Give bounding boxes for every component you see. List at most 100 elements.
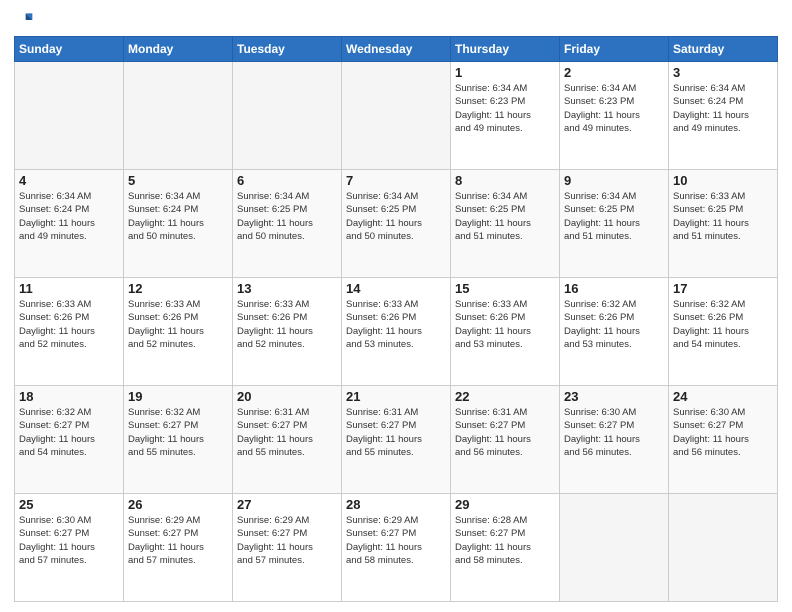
day-info: Sunrise: 6:32 AMSunset: 6:27 PMDaylight:… bbox=[128, 406, 228, 459]
day-info: Sunrise: 6:33 AMSunset: 6:26 PMDaylight:… bbox=[346, 298, 446, 351]
day-number: 18 bbox=[19, 389, 119, 404]
calendar-cell: 25Sunrise: 6:30 AMSunset: 6:27 PMDayligh… bbox=[15, 494, 124, 602]
day-number: 26 bbox=[128, 497, 228, 512]
calendar-cell: 23Sunrise: 6:30 AMSunset: 6:27 PMDayligh… bbox=[560, 386, 669, 494]
day-number: 12 bbox=[128, 281, 228, 296]
day-number: 19 bbox=[128, 389, 228, 404]
logo bbox=[14, 10, 36, 30]
calendar-cell: 18Sunrise: 6:32 AMSunset: 6:27 PMDayligh… bbox=[15, 386, 124, 494]
day-info: Sunrise: 6:33 AMSunset: 6:26 PMDaylight:… bbox=[128, 298, 228, 351]
calendar-cell: 24 Sunrise: 6:30 AMSunset: 6:27 PMDayligh… bbox=[669, 386, 778, 494]
day-info: Sunrise: 6:33 AMSunset: 6:26 PMDaylight:… bbox=[19, 298, 119, 351]
calendar-cell: 22 Sunrise: 6:31 AMSunset: 6:27 PMDayligh… bbox=[451, 386, 560, 494]
day-number: 3 bbox=[673, 65, 773, 80]
calendar-cell bbox=[124, 62, 233, 170]
day-number: 5 bbox=[128, 173, 228, 188]
calendar-cell: 16 Sunrise: 6:32 AMSunset: 6:26 PMDayligh… bbox=[560, 278, 669, 386]
day-info: Sunrise: 6:34 AMSunset: 6:25 PMDaylight:… bbox=[237, 190, 337, 243]
calendar-cell: 3 Sunrise: 6:34 AMSunset: 6:24 PMDaylight… bbox=[669, 62, 778, 170]
calendar-cell bbox=[342, 62, 451, 170]
calendar-cell: 26 Sunrise: 6:29 AMSunset: 6:27 PMDayligh… bbox=[124, 494, 233, 602]
calendar-cell: 2 Sunrise: 6:34 AMSunset: 6:23 PMDaylight… bbox=[560, 62, 669, 170]
day-info: Sunrise: 6:34 AMSunset: 6:23 PMDaylight:… bbox=[455, 82, 555, 135]
day-number: 21 bbox=[346, 389, 446, 404]
day-number: 11 bbox=[19, 281, 119, 296]
day-number: 25 bbox=[19, 497, 119, 512]
calendar-cell: 11 Sunrise: 6:33 AMSunset: 6:26 PMDayligh… bbox=[15, 278, 124, 386]
calendar-cell: 29 Sunrise: 6:28 AMSunset: 6:27 PMDayligh… bbox=[451, 494, 560, 602]
day-info: Sunrise: 6:34 AMSunset: 6:24 PMDaylight:… bbox=[128, 190, 228, 243]
day-number: 2 bbox=[564, 65, 664, 80]
day-number: 17 bbox=[673, 281, 773, 296]
calendar-cell: 9 Sunrise: 6:34 AMSunset: 6:25 PMDaylight… bbox=[560, 170, 669, 278]
day-number: 15 bbox=[455, 281, 555, 296]
day-info: Sunrise: 6:32 AMSunset: 6:26 PMDaylight:… bbox=[564, 298, 664, 351]
day-number: 23 bbox=[564, 389, 664, 404]
calendar-header-saturday: Saturday bbox=[669, 37, 778, 62]
day-number: 22 bbox=[455, 389, 555, 404]
day-number: 6 bbox=[237, 173, 337, 188]
calendar-cell: 1 Sunrise: 6:34 AMSunset: 6:23 PMDaylight… bbox=[451, 62, 560, 170]
calendar-cell: 20 Sunrise: 6:31 AMSunset: 6:27 PMDayligh… bbox=[233, 386, 342, 494]
calendar-cell: 17Sunrise: 6:32 AMSunset: 6:26 PMDayligh… bbox=[669, 278, 778, 386]
calendar-cell: 5 Sunrise: 6:34 AMSunset: 6:24 PMDaylight… bbox=[124, 170, 233, 278]
calendar-cell: 6 Sunrise: 6:34 AMSunset: 6:25 PMDaylight… bbox=[233, 170, 342, 278]
calendar-cell: 27 Sunrise: 6:29 AMSunset: 6:27 PMDayligh… bbox=[233, 494, 342, 602]
calendar-cell: 4 Sunrise: 6:34 AMSunset: 6:24 PMDaylight… bbox=[15, 170, 124, 278]
calendar-cell: 12 Sunrise: 6:33 AMSunset: 6:26 PMDayligh… bbox=[124, 278, 233, 386]
calendar-cell: 19 Sunrise: 6:32 AMSunset: 6:27 PMDayligh… bbox=[124, 386, 233, 494]
calendar-header-tuesday: Tuesday bbox=[233, 37, 342, 62]
calendar-cell: 14 Sunrise: 6:33 AMSunset: 6:26 PMDayligh… bbox=[342, 278, 451, 386]
calendar-cell: 10Sunrise: 6:33 AMSunset: 6:25 PMDayligh… bbox=[669, 170, 778, 278]
day-info: Sunrise: 6:29 AMSunset: 6:27 PMDaylight:… bbox=[346, 514, 446, 567]
day-info: Sunrise: 6:34 AMSunset: 6:24 PMDaylight:… bbox=[19, 190, 119, 243]
calendar-week-1: 4 Sunrise: 6:34 AMSunset: 6:24 PMDaylight… bbox=[15, 170, 778, 278]
day-info: Sunrise: 6:33 AMSunset: 6:26 PMDaylight:… bbox=[237, 298, 337, 351]
calendar-week-4: 25Sunrise: 6:30 AMSunset: 6:27 PMDayligh… bbox=[15, 494, 778, 602]
day-info: Sunrise: 6:31 AMSunset: 6:27 PMDaylight:… bbox=[237, 406, 337, 459]
calendar-week-0: 1 Sunrise: 6:34 AMSunset: 6:23 PMDaylight… bbox=[15, 62, 778, 170]
day-info: Sunrise: 6:34 AMSunset: 6:25 PMDaylight:… bbox=[455, 190, 555, 243]
day-number: 20 bbox=[237, 389, 337, 404]
calendar-cell: 28 Sunrise: 6:29 AMSunset: 6:27 PMDayligh… bbox=[342, 494, 451, 602]
calendar-cell: 21 Sunrise: 6:31 AMSunset: 6:27 PMDayligh… bbox=[342, 386, 451, 494]
day-number: 14 bbox=[346, 281, 446, 296]
day-number: 16 bbox=[564, 281, 664, 296]
calendar-cell bbox=[669, 494, 778, 602]
day-info: Sunrise: 6:31 AMSunset: 6:27 PMDaylight:… bbox=[455, 406, 555, 459]
logo-icon bbox=[14, 10, 34, 30]
day-info: Sunrise: 6:29 AMSunset: 6:27 PMDaylight:… bbox=[237, 514, 337, 567]
day-number: 28 bbox=[346, 497, 446, 512]
day-info: Sunrise: 6:30 AMSunset: 6:27 PMDaylight:… bbox=[673, 406, 773, 459]
day-number: 8 bbox=[455, 173, 555, 188]
day-info: Sunrise: 6:34 AMSunset: 6:24 PMDaylight:… bbox=[673, 82, 773, 135]
day-info: Sunrise: 6:31 AMSunset: 6:27 PMDaylight:… bbox=[346, 406, 446, 459]
day-info: Sunrise: 6:33 AMSunset: 6:26 PMDaylight:… bbox=[455, 298, 555, 351]
calendar-header-row: SundayMondayTuesdayWednesdayThursdayFrid… bbox=[15, 37, 778, 62]
day-number: 27 bbox=[237, 497, 337, 512]
day-number: 1 bbox=[455, 65, 555, 80]
day-number: 4 bbox=[19, 173, 119, 188]
calendar-header-thursday: Thursday bbox=[451, 37, 560, 62]
calendar-cell: 8 Sunrise: 6:34 AMSunset: 6:25 PMDaylight… bbox=[451, 170, 560, 278]
day-info: Sunrise: 6:29 AMSunset: 6:27 PMDaylight:… bbox=[128, 514, 228, 567]
calendar-cell: 7Sunrise: 6:34 AMSunset: 6:25 PMDaylight… bbox=[342, 170, 451, 278]
day-info: Sunrise: 6:34 AMSunset: 6:23 PMDaylight:… bbox=[564, 82, 664, 135]
day-number: 7 bbox=[346, 173, 446, 188]
day-number: 10 bbox=[673, 173, 773, 188]
day-info: Sunrise: 6:28 AMSunset: 6:27 PMDaylight:… bbox=[455, 514, 555, 567]
day-info: Sunrise: 6:34 AMSunset: 6:25 PMDaylight:… bbox=[564, 190, 664, 243]
calendar-week-2: 11 Sunrise: 6:33 AMSunset: 6:26 PMDayligh… bbox=[15, 278, 778, 386]
calendar-cell: 13Sunrise: 6:33 AMSunset: 6:26 PMDayligh… bbox=[233, 278, 342, 386]
day-number: 9 bbox=[564, 173, 664, 188]
page: SundayMondayTuesdayWednesdayThursdayFrid… bbox=[0, 0, 792, 612]
calendar-header-monday: Monday bbox=[124, 37, 233, 62]
header bbox=[14, 10, 778, 30]
calendar-header-friday: Friday bbox=[560, 37, 669, 62]
day-number: 29 bbox=[455, 497, 555, 512]
calendar-header-wednesday: Wednesday bbox=[342, 37, 451, 62]
calendar-cell bbox=[233, 62, 342, 170]
calendar-week-3: 18 Sunrise: 6:32 AMSunset: 6:27 PMDayligh… bbox=[15, 386, 778, 494]
calendar-cell bbox=[560, 494, 669, 602]
day-number: 24 bbox=[673, 389, 773, 404]
